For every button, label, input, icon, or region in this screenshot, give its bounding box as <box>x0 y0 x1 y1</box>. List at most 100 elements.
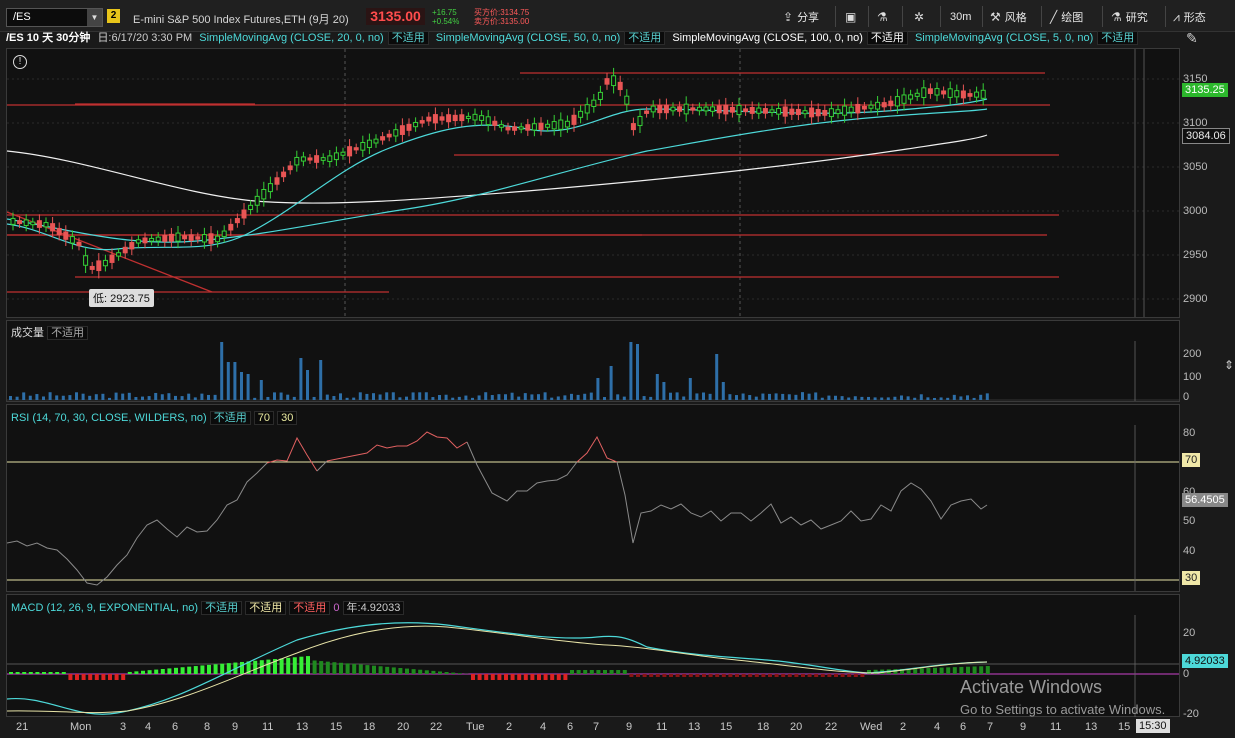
time-axis-label: 7 <box>987 721 994 733</box>
candle-body <box>241 209 247 219</box>
candle-body <box>617 81 623 91</box>
time-axis-label: 15 <box>1118 721 1131 733</box>
time-axis-label: 9 <box>1020 721 1027 733</box>
candle-body <box>960 90 966 99</box>
symbol-input[interactable]: /ES ▼ <box>6 8 103 27</box>
macd-hist-bar <box>213 664 218 674</box>
candle-body <box>914 92 920 97</box>
volume-bar <box>193 397 197 400</box>
collapse-arrows-icon[interactable]: ⇕ <box>1224 358 1234 372</box>
volume-bar <box>325 394 329 400</box>
macd-hist-bar <box>42 672 46 674</box>
rsi-pane[interactable]: RSI (14, 70, 30, CLOSE, WILDERS, no) 不适用… <box>6 404 1180 592</box>
volume-bar <box>860 396 864 400</box>
alert-icon[interactable]: ! <box>13 55 27 69</box>
time-axis-label: 6 <box>567 721 574 733</box>
macd-hist-bar <box>589 670 594 674</box>
volume-bar <box>286 394 290 400</box>
study-sma5-value: 不适用 <box>1097 31 1139 45</box>
candle-body <box>822 109 828 116</box>
candle-body <box>373 138 379 144</box>
link-badge[interactable]: 2 <box>107 9 120 23</box>
macd-hist-bar <box>787 674 792 677</box>
volume-bar <box>820 397 824 400</box>
volume-bars <box>9 342 989 400</box>
chevron-down-icon[interactable]: ▼ <box>87 9 102 26</box>
candle-body <box>426 116 432 122</box>
snapshot-button[interactable]: ▣ <box>845 8 860 26</box>
candle-body <box>670 106 676 112</box>
candle-body <box>584 104 590 114</box>
volume-bar <box>893 396 897 400</box>
macd-hist-bar <box>180 667 185 674</box>
volume-bar <box>741 393 745 400</box>
volume-bar <box>972 397 976 400</box>
volume-bar <box>160 394 164 400</box>
volume-bar <box>292 396 296 400</box>
timeframe-button[interactable]: 30m <box>950 8 971 26</box>
study-sma50[interactable]: SimpleMovingAvg (CLOSE, 50, 0, no) <box>436 32 620 44</box>
volume-bar <box>88 395 92 400</box>
candle-body <box>307 157 313 161</box>
time-axis-label: 8 <box>204 721 211 733</box>
price-pane[interactable]: ! 低: 2923.75 <box>6 48 1180 318</box>
research-button[interactable]: ⚗ 研究 <box>1111 8 1148 26</box>
price-chart-svg <box>7 49 1179 317</box>
rsi-chart-svg <box>7 425 1179 591</box>
study-sma100[interactable]: SimpleMovingAvg (CLOSE, 100, 0, no) <box>672 32 863 44</box>
volume-bar <box>101 393 105 400</box>
rsi-title: RSI (14, 70, 30, CLOSE, WILDERS, no) <box>11 412 207 424</box>
macd-hist-bar <box>748 674 753 677</box>
pencil-draw-icon[interactable]: ✎ <box>1186 30 1206 46</box>
macd-hist-bar <box>484 674 489 680</box>
macd-hist-bar <box>708 674 713 677</box>
settings-button[interactable]: ✲ <box>914 8 928 26</box>
macd-hist-bar <box>319 661 324 674</box>
macd-hist-bar <box>939 667 944 674</box>
candle-body <box>663 104 669 114</box>
studies-flask-button[interactable]: ⚗ <box>877 8 892 26</box>
volume-bar <box>431 397 435 400</box>
share-button[interactable]: ⇪ 分享 <box>783 8 819 26</box>
volume-bar <box>801 392 804 400</box>
pattern-button[interactable]: ⩘ 形态 <box>1173 8 1206 26</box>
candle-body <box>201 234 207 243</box>
candle-body <box>69 236 75 244</box>
candle-body <box>188 234 194 241</box>
macd-hist-bar <box>253 660 258 674</box>
volume-bar <box>352 397 356 400</box>
candle-body <box>967 93 973 97</box>
drawing-button[interactable]: ╱ 绘图 <box>1050 8 1083 26</box>
volume-bar <box>174 395 177 400</box>
macd-hist-bar <box>655 674 660 677</box>
macd-hist-bar <box>979 666 984 674</box>
candle-body <box>591 99 597 108</box>
macd-hist-bar <box>398 667 403 674</box>
volume-bar <box>537 394 540 400</box>
candle-body <box>300 156 306 162</box>
candle-body <box>782 106 788 117</box>
macd-hist-bar <box>378 666 383 674</box>
volume-bar <box>319 360 323 400</box>
volume-bar <box>873 397 877 400</box>
macd-hist-bar <box>966 666 970 674</box>
volume-bar <box>94 394 98 400</box>
style-button[interactable]: ⚒ 风格 <box>990 8 1027 26</box>
macd-hist-bar <box>207 664 211 674</box>
volume-bar <box>279 392 283 400</box>
volume-bar <box>609 366 613 400</box>
candle-body <box>96 260 102 272</box>
macd-hist-bar <box>688 674 693 677</box>
candle-body <box>287 165 293 171</box>
rsi-70-tag: 70 <box>1182 453 1201 467</box>
macd-hist-bar <box>715 674 720 677</box>
volume-bar <box>748 395 752 400</box>
macd-hist-bar <box>339 662 343 674</box>
macd-hist-bar <box>510 674 515 680</box>
candle-body <box>657 104 663 114</box>
volume-bar <box>636 344 639 400</box>
study-sma20[interactable]: SimpleMovingAvg (CLOSE, 20, 0, no) <box>199 32 383 44</box>
volume-pane[interactable]: 成交量 不适用 <box>6 320 1180 402</box>
candle-body <box>459 114 465 122</box>
study-sma5[interactable]: SimpleMovingAvg (CLOSE, 5, 0, no) <box>915 32 1093 44</box>
